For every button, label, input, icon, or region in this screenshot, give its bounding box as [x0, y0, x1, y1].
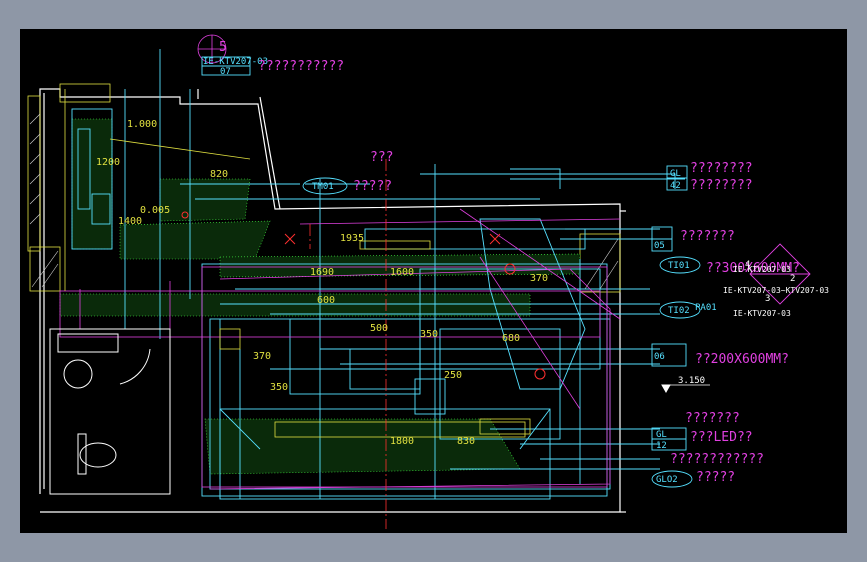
- diamond-ref3: IE-KTV207-03: [733, 309, 791, 318]
- floor-plan-drawing: 5 IE-KTV207-03 07 ??????????? TM01 ?????…: [27, 34, 829, 529]
- fixture-point-icon: [534, 368, 546, 380]
- washbasin-icon: [63, 359, 93, 389]
- center-note: ???: [370, 150, 393, 165]
- top-note: ???????????: [258, 59, 344, 74]
- axis-lines: [309, 159, 387, 529]
- note-f: ???LED??: [690, 430, 753, 445]
- toilet-icon: [79, 442, 117, 468]
- dim-label: 1935: [340, 233, 364, 244]
- dim-label: 1400: [118, 216, 142, 227]
- dim-label: 820: [210, 169, 228, 180]
- dim-label: 250: [444, 370, 462, 381]
- dim-label: 1800: [390, 436, 414, 447]
- dim-label: 350: [420, 329, 438, 340]
- dim-label: 370: [530, 273, 548, 284]
- level-marker: [661, 384, 710, 394]
- note-g: ????????????: [670, 452, 764, 467]
- dim-label: 370: [253, 351, 271, 362]
- gl-b-num: 12: [656, 441, 667, 451]
- gl-b-tag: GL: [656, 430, 667, 440]
- dim-label: 1200: [96, 157, 120, 168]
- glo2-tag: GLO2: [656, 475, 678, 485]
- diamond-ref1: IE-KTV207-03: [733, 265, 791, 274]
- tag-sub: 07: [220, 67, 231, 77]
- dim-label: 830: [457, 436, 475, 447]
- tm01-tag: TM01: [312, 182, 334, 192]
- gl-a-tag: GL: [670, 169, 681, 179]
- note-b: ???????: [680, 229, 735, 244]
- dim-label: 600: [317, 295, 335, 306]
- dim-label: 0.005: [140, 205, 170, 216]
- note-a1: ????????: [690, 161, 753, 176]
- note-d: ??200X600MM?: [695, 352, 789, 367]
- pa01-tag: PA01: [695, 303, 717, 313]
- t101-tag: TI01: [668, 261, 690, 271]
- door-swing-icon: [119, 348, 151, 385]
- diamond-b: 2: [790, 274, 795, 284]
- n06-tag: 06: [654, 352, 665, 362]
- dim-label: 350: [270, 382, 288, 393]
- n05-tag: 05: [654, 241, 665, 251]
- level-value: 3.150: [678, 376, 705, 386]
- dim-label: 500: [370, 323, 388, 334]
- dim-label: 1.000: [127, 119, 157, 130]
- t102-tag: TI02: [668, 306, 690, 316]
- diamond-c: 3: [765, 294, 770, 304]
- bathroom-fixtures: [49, 328, 171, 495]
- note-h: ?????: [696, 470, 735, 485]
- dim-label: 1600: [390, 267, 414, 278]
- diamond-ref2: IE-KTV207-03~KTV207-03: [723, 286, 829, 295]
- cad-drawing-sheet: 5 IE-KTV207-03 07 ??????????? TM01 ?????…: [20, 29, 847, 533]
- dim-label: 680: [502, 333, 520, 344]
- note-a2: ????????: [690, 178, 753, 193]
- tm01-note: ?????: [353, 179, 392, 194]
- dim-label: 1690: [310, 267, 334, 278]
- note-e: ???????: [685, 411, 740, 426]
- tag-number: 5: [219, 40, 227, 55]
- gl-a-num: 42: [670, 181, 681, 191]
